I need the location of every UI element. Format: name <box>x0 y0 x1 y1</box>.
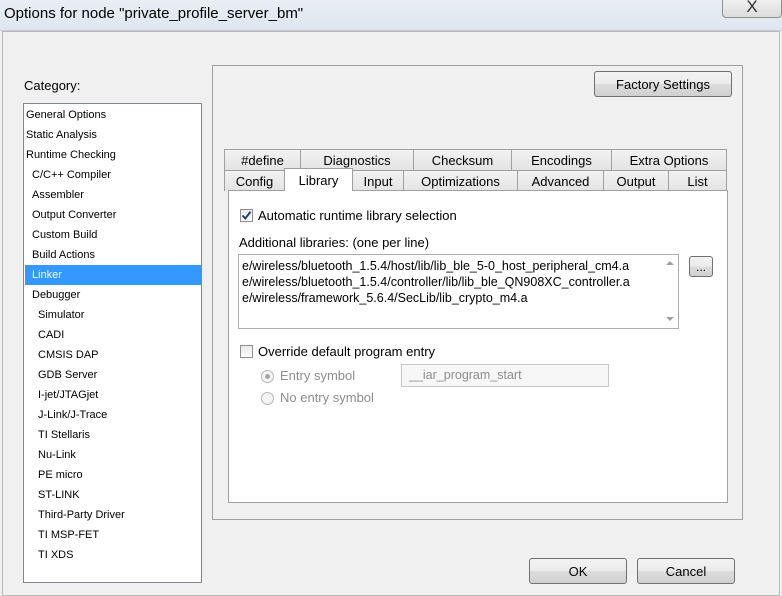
category-item-linker[interactable]: Linker <box>25 265 201 285</box>
category-item-build-actions[interactable]: Build Actions <box>25 245 201 265</box>
tab-checksum[interactable]: Checksum <box>413 149 512 170</box>
checkmark-icon <box>241 211 252 221</box>
override-entry-label: Override default program entry <box>258 344 436 359</box>
tab-define[interactable]: #define <box>224 149 301 170</box>
scroll-down-arrow-icon[interactable] <box>666 317 674 321</box>
tab-optimizations[interactable]: Optimizations <box>403 170 518 191</box>
no-entry-symbol-label: No entry symbol <box>280 390 374 405</box>
category-item-gdb-server[interactable]: GDB Server <box>25 365 201 385</box>
library-line: e/wireless/bluetooth_1.5.4/controller/li… <box>242 275 630 289</box>
scroll-up-arrow-icon[interactable] <box>666 261 674 265</box>
tab-input[interactable]: Input <box>352 170 404 191</box>
tab-config[interactable]: Config <box>224 170 285 191</box>
auto-runtime-library-label: Automatic runtime library selection <box>258 208 457 223</box>
category-item-output-converter[interactable]: Output Converter <box>25 205 201 225</box>
ok-button[interactable]: OK <box>529 558 627 584</box>
cancel-button[interactable]: Cancel <box>637 558 735 584</box>
radio-selected-dot <box>265 374 270 379</box>
tab-library[interactable]: Library <box>284 168 353 191</box>
category-item-general-options[interactable]: General Options <box>25 105 201 125</box>
category-item-cmsis-dap[interactable]: CMSIS DAP <box>25 345 201 365</box>
category-item-simulator[interactable]: Simulator <box>25 305 201 325</box>
category-item-st-link[interactable]: ST-LINK <box>25 485 201 505</box>
no-entry-symbol-radio[interactable] <box>261 392 274 405</box>
title-bar: Options for node "private_profile_server… <box>0 0 782 31</box>
category-list[interactable]: General Options Static Analysis Runtime … <box>23 103 202 583</box>
additional-libraries-textarea[interactable]: e/wireless/bluetooth_1.5.4/host/lib/lib_… <box>238 254 679 329</box>
close-icon: X <box>746 0 758 16</box>
window-title: Options for node "private_profile_server… <box>4 5 304 22</box>
category-item-ti-xds[interactable]: TI XDS <box>25 545 201 565</box>
auto-runtime-library-checkbox[interactable] <box>240 209 253 222</box>
category-item-ti-msp-fet[interactable]: TI MSP-FET <box>25 525 201 545</box>
factory-settings-button[interactable]: Factory Settings <box>594 71 732 97</box>
category-label: Category: <box>24 78 81 93</box>
category-item-pe-micro[interactable]: PE micro <box>25 465 201 485</box>
browse-libraries-button[interactable]: ... <box>689 256 713 277</box>
category-item-cadi[interactable]: CADI <box>25 325 201 345</box>
category-item-ti-stellaris[interactable]: TI Stellaris <box>25 425 201 445</box>
category-item-third-party-driver[interactable]: Third-Party Driver <box>25 505 201 525</box>
tab-extra-options[interactable]: Extra Options <box>611 149 727 170</box>
category-item-cpp-compiler[interactable]: C/C++ Compiler <box>25 165 201 185</box>
tab-diagnostics[interactable]: Diagnostics <box>300 149 414 170</box>
entry-symbol-radio[interactable] <box>261 370 274 383</box>
libraries-scrollbar[interactable] <box>661 255 678 328</box>
tab-list[interactable]: List <box>668 170 727 191</box>
category-item-static-analysis[interactable]: Static Analysis <box>25 125 201 145</box>
entry-symbol-label: Entry symbol <box>280 368 356 383</box>
category-item-jlink[interactable]: J-Link/J-Trace <box>25 405 201 425</box>
category-item-custom-build[interactable]: Custom Build <box>25 225 201 245</box>
category-item-assembler[interactable]: Assembler <box>25 185 201 205</box>
close-button[interactable]: X <box>722 0 782 18</box>
library-line: e/wireless/framework_5.6.4/SecLib/lib_cr… <box>242 291 528 305</box>
tab-encodings[interactable]: Encodings <box>511 149 612 170</box>
library-line: e/wireless/bluetooth_1.5.4/host/lib/lib_… <box>242 259 630 273</box>
tab-advanced[interactable]: Advanced <box>517 170 604 191</box>
entry-symbol-input[interactable]: __iar_program_start <box>401 364 609 387</box>
category-item-ijet[interactable]: I-jet/JTAGjet <box>25 385 201 405</box>
category-item-nu-link[interactable]: Nu-Link <box>25 445 201 465</box>
category-item-runtime-checking[interactable]: Runtime Checking <box>25 145 201 165</box>
category-item-debugger[interactable]: Debugger <box>25 285 201 305</box>
additional-libraries-label: Additional libraries: (one per line) <box>239 235 430 250</box>
override-entry-checkbox[interactable] <box>240 345 253 358</box>
tab-output[interactable]: Output <box>603 170 669 191</box>
